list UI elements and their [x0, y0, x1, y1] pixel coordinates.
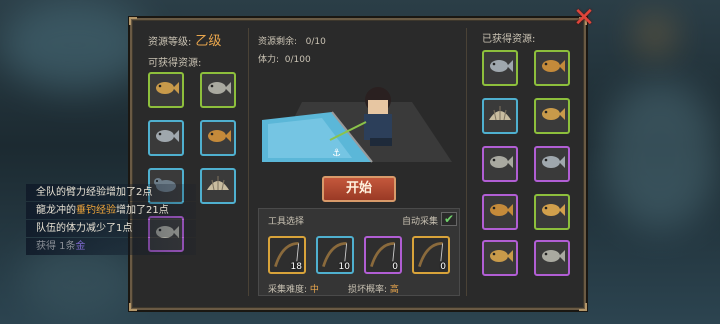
fish-icon [538, 198, 566, 226]
obtained-item-slot[interactable] [482, 240, 518, 276]
auto-collect-checkbox[interactable]: ✔ [441, 212, 457, 226]
tool-slot[interactable]: 0 [412, 236, 450, 274]
obtainable-item-slot[interactable] [148, 72, 184, 108]
resource-grade: 资源等级: 乙级 [148, 30, 221, 49]
obtained-item-slot[interactable] [482, 146, 518, 182]
fish-icon [538, 102, 566, 130]
fish-icon [486, 244, 514, 272]
tool-slot[interactable]: 10 [316, 236, 354, 274]
auto-collect-label: 自动采集 [402, 217, 439, 227]
obtained-item-slot[interactable] [482, 98, 518, 134]
log-highlight: 垂钓经验 [76, 205, 116, 216]
obtained-item-slot[interactable] [534, 50, 570, 86]
resource-remaining: 资源剩余: 0/10 [258, 34, 326, 47]
fish-icon [152, 76, 180, 104]
obtained-item-slot[interactable] [534, 194, 570, 230]
tool-count: 18 [290, 262, 302, 272]
log-line: 龍龙冲的垂钓经验增加了21点 [26, 202, 196, 219]
fish-icon [204, 76, 232, 104]
obtainable-item-slot[interactable] [148, 120, 184, 156]
close-button[interactable]: ✕ [572, 5, 596, 31]
log-line: 获得 1条金 [26, 238, 196, 255]
background-water [0, 0, 150, 90]
log-text: 龍龙冲的 [36, 205, 76, 216]
tool-count: 10 [338, 262, 350, 272]
obtained-label: 已获得资源: [482, 34, 536, 45]
damage-value: 高 [389, 285, 399, 295]
damage-label: 损坏概率: [348, 285, 388, 295]
fish-icon [486, 198, 514, 226]
fish-icon [152, 124, 180, 152]
grade-value: 乙级 [195, 34, 222, 49]
obtainable-item-slot[interactable] [200, 168, 236, 204]
obtained-item-slot[interactable] [482, 194, 518, 230]
shell-icon [486, 102, 514, 130]
obtained-item-slot[interactable] [482, 50, 518, 86]
grade-label: 资源等级: [148, 37, 192, 48]
fisher-character [364, 87, 392, 146]
fish-icon [538, 150, 566, 178]
obtainable-item-slot[interactable] [200, 72, 236, 108]
obtainable-label: 可获得资源: [148, 58, 202, 69]
obtained-item-slot[interactable] [534, 240, 570, 276]
tool-count: 0 [440, 262, 446, 272]
background-lantern [640, 20, 670, 50]
fish-icon [204, 124, 232, 152]
damage-rate: 损坏概率: 高 [348, 282, 399, 295]
obtained-item-slot[interactable] [534, 146, 570, 182]
log-highlight: 金 [75, 241, 86, 252]
log-text: 队伍的体力减少了1点 [36, 223, 133, 234]
fish-icon [486, 150, 514, 178]
fish-icon [486, 54, 514, 82]
obtained-item-slot[interactable] [534, 98, 570, 134]
divider [466, 28, 467, 296]
background-water [600, 80, 720, 230]
fish-icon [538, 244, 566, 272]
log-text: 获得 1条 [36, 241, 76, 252]
bobber-icon: ⚓ [332, 148, 341, 159]
difficulty: 采集难度: 中 [268, 282, 319, 295]
tool-slot[interactable]: 18 [268, 236, 306, 274]
fish-icon [538, 54, 566, 82]
log-text: 增加了21点 [116, 205, 169, 216]
log-text: 全队的臂力经验增加了2点 [36, 187, 153, 198]
tool-count: 0 [392, 262, 398, 272]
fishing-scene: ⚓ [262, 87, 452, 163]
checkmark-icon: ✔ [443, 212, 455, 226]
shell-icon [204, 172, 232, 200]
divider [248, 28, 249, 296]
log-line: 全队的臂力经验增加了2点 [26, 184, 196, 201]
difficulty-value: 中 [309, 285, 319, 295]
obtainable-item-slot[interactable] [200, 120, 236, 156]
start-button[interactable]: 开始 [322, 176, 396, 202]
tool-slot[interactable]: 0 [364, 236, 402, 274]
remaining-value: 0/10 [305, 37, 326, 47]
difficulty-label: 采集难度: [268, 285, 308, 295]
remaining-label: 资源剩余: [258, 37, 298, 47]
log-line: 队伍的体力减少了1点 [26, 220, 196, 237]
tools-label: 工具选择 [268, 217, 305, 227]
